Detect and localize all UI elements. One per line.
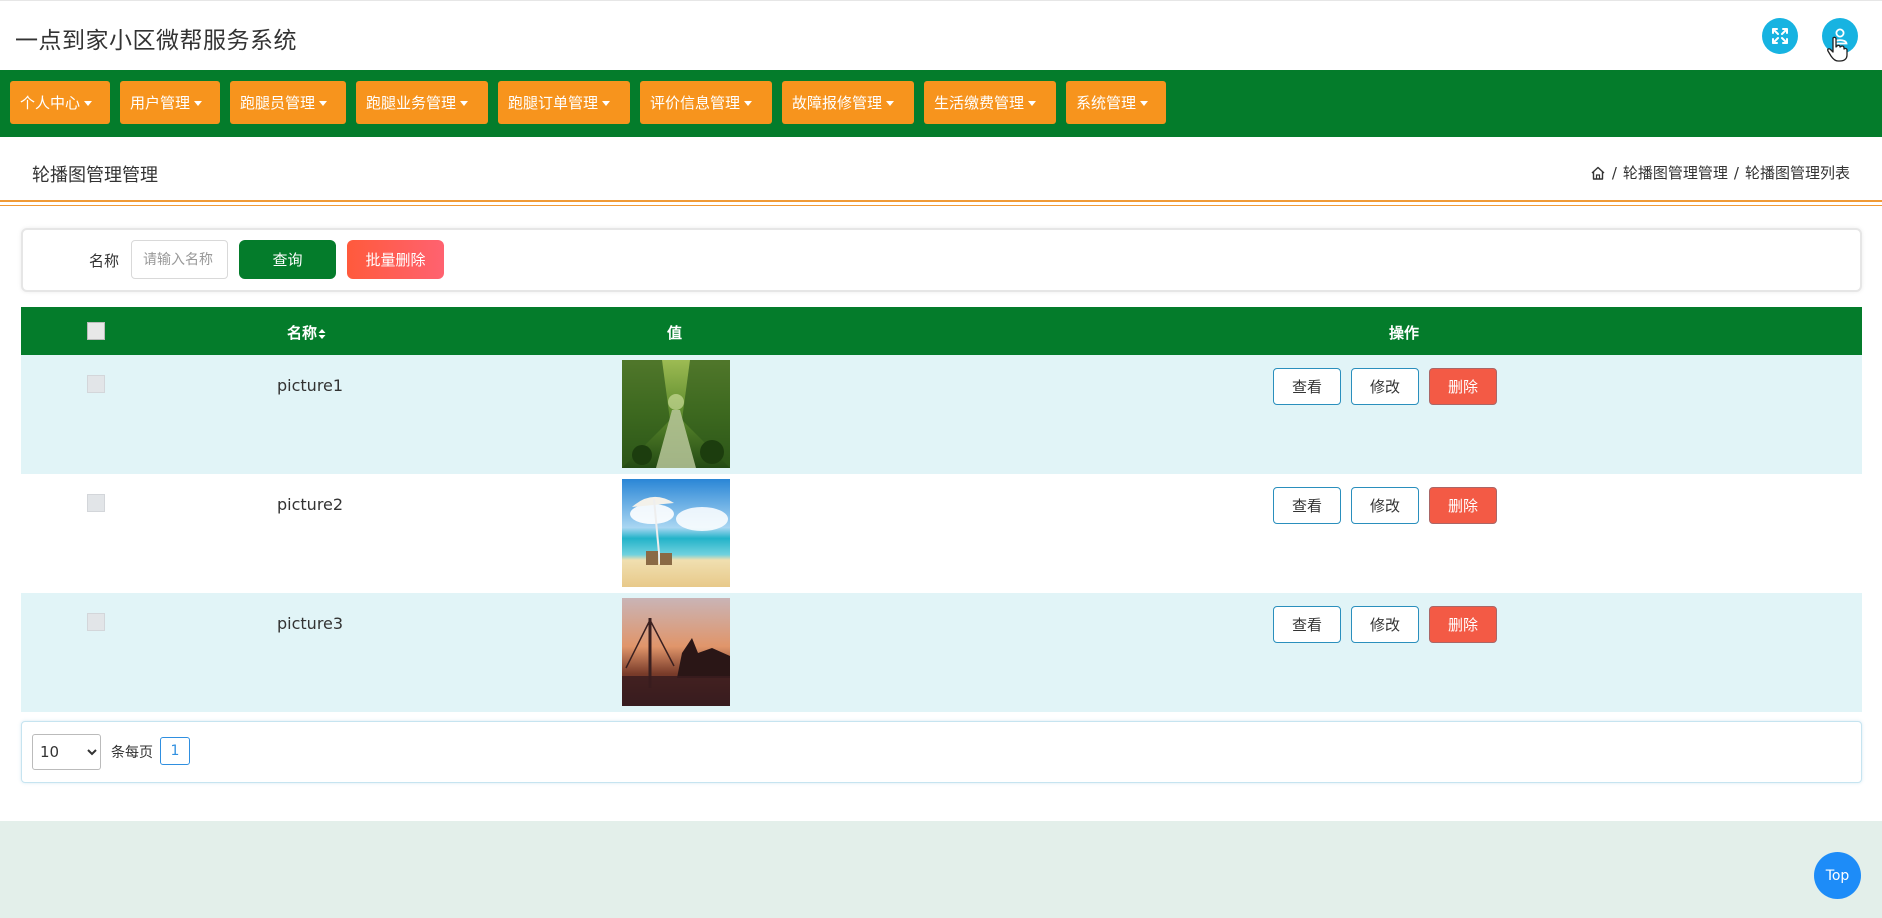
row-checkbox[interactable] [87,375,105,393]
caret-down-icon [886,100,895,106]
row-checkbox[interactable] [87,613,105,631]
column-header-name[interactable]: 名称 [287,322,326,343]
view-button[interactable]: 查看 [1273,368,1341,405]
caret-down-icon [1140,100,1149,106]
carousel-image-thumbnail[interactable] [622,360,730,468]
sort-icon[interactable] [318,328,326,340]
breadcrumb-separator: / [1733,163,1739,182]
page-title: 轮播图管理管理 [32,165,158,186]
search-input[interactable] [131,240,228,279]
nav-item-label: 跑腿订单管理 [508,94,599,112]
breadcrumb: / 轮播图管理管理 / 轮播图管理列表 [1590,162,1850,183]
breadcrumb-item-current: 轮播图管理列表 [1744,164,1850,182]
row-name: picture3 [277,614,344,633]
query-button[interactable]: 查询 [239,240,336,279]
back-to-top-button[interactable]: Top [1814,852,1861,899]
divider [0,200,1882,202]
carousel-image-thumbnail[interactable] [622,598,730,706]
column-header-actions: 操作 [1389,324,1420,342]
table-row: picture3 查看 修改 删除 [21,593,1862,712]
row-checkbox[interactable] [87,494,105,512]
nav-item-label: 生活缴费管理 [934,94,1025,112]
nav-item-runner-management[interactable]: 跑腿员管理 [230,81,346,124]
table-header: 名称 值 操作 [21,307,1862,355]
page-size-select[interactable]: 10 [32,734,101,770]
nav-item-errand-business[interactable]: 跑腿业务管理 [356,81,488,124]
fullscreen-button[interactable] [1762,18,1798,54]
caret-down-icon [460,100,469,106]
delete-button[interactable]: 删除 [1429,368,1497,405]
delete-button[interactable]: 删除 [1429,487,1497,524]
top-bar: 一点到家小区微帮服务系统 [0,0,1882,70]
edit-button[interactable]: 修改 [1351,606,1419,643]
nav-item-system[interactable]: 系统管理 [1066,81,1166,124]
column-header-value: 值 [667,324,683,342]
nav-item-repairs[interactable]: 故障报修管理 [782,81,914,124]
row-name: picture2 [277,495,344,514]
carousel-image-thumbnail[interactable] [622,479,730,587]
view-button[interactable]: 查看 [1273,487,1341,524]
page-header: 轮播图管理管理 / 轮播图管理管理 / 轮播图管理列表 [0,137,1882,205]
caret-down-icon [744,100,753,106]
search-label: 名称 [89,252,120,270]
breadcrumb-separator: / [1611,163,1617,182]
caret-down-icon [194,100,203,106]
nav-item-errand-orders[interactable]: 跑腿订单管理 [498,81,630,124]
nav-item-label: 故障报修管理 [792,94,883,112]
nav-item-personal-center[interactable]: 个人中心 [10,81,110,124]
caret-down-icon [319,100,328,106]
table-row: picture1 查看 修改 删除 [21,355,1862,474]
table-row: picture2 查看 修改 删除 [21,474,1862,593]
fullscreen-icon [1772,28,1788,44]
nav-item-label: 用户管理 [130,94,191,112]
batch-delete-button[interactable]: 批量删除 [347,240,444,279]
delete-button[interactable]: 删除 [1429,606,1497,643]
nav-item-reviews[interactable]: 评价信息管理 [640,81,772,124]
nav-item-label: 系统管理 [1076,94,1137,112]
row-name: picture1 [277,376,344,395]
page-number-button[interactable]: 1 [160,737,190,765]
column-header-label: 名称 [287,324,318,342]
pagination-panel [21,721,1862,783]
select-all-checkbox[interactable] [87,322,105,340]
caret-down-icon [602,100,611,106]
view-button[interactable]: 查看 [1273,606,1341,643]
nav-item-label: 跑腿业务管理 [366,94,457,112]
nav-item-label: 个人中心 [20,94,81,112]
caret-down-icon [1028,100,1037,106]
nav-item-label: 评价信息管理 [650,94,741,112]
hand-cursor-icon [1827,36,1848,62]
nav-item-label: 跑腿员管理 [240,94,316,112]
nav-item-utility-payment[interactable]: 生活缴费管理 [924,81,1056,124]
main-nav: 个人中心 用户管理 跑腿员管理 跑腿业务管理 跑腿订单管理 评价信息管理 故障报… [0,70,1882,137]
app-title: 一点到家小区微帮服务系统 [15,28,297,54]
breadcrumb-item[interactable]: 轮播图管理管理 [1623,162,1728,183]
nav-item-user-management[interactable]: 用户管理 [120,81,220,124]
edit-button[interactable]: 修改 [1351,487,1419,524]
home-icon[interactable] [1590,165,1606,181]
caret-down-icon [84,100,93,106]
edit-button[interactable]: 修改 [1351,368,1419,405]
per-page-label: 条每页 [111,745,153,761]
